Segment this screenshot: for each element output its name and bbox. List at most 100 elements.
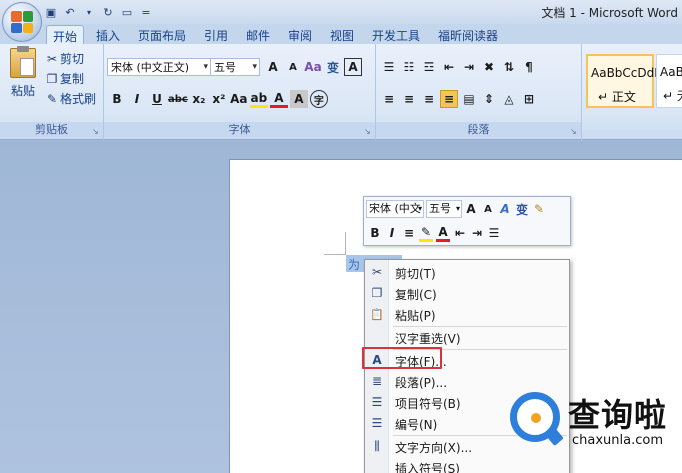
- align-center-icon[interactable]: ≡: [400, 90, 418, 108]
- style-normal-name: ↵ 正文: [598, 90, 636, 104]
- tab-mailings[interactable]: 邮件: [240, 25, 276, 44]
- grow-font-button[interactable]: A: [264, 58, 282, 76]
- enclose-char-button[interactable]: 字: [309, 90, 328, 108]
- menu-item-label: 插入符号(S): [395, 462, 460, 473]
- menu-item-paste[interactable]: 📋 粘贴(P): [365, 304, 571, 325]
- mini-bullets-button[interactable]: ☰: [487, 224, 501, 242]
- increase-indent-icon[interactable]: ⇥: [460, 58, 478, 76]
- font-size-value: 五号: [214, 61, 236, 74]
- mini-highlight-button[interactable]: ✎: [419, 224, 433, 242]
- style-no-spacing-name: ↵ 无: [663, 89, 682, 103]
- decrease-indent-icon[interactable]: ⇤: [440, 58, 458, 76]
- cut-label: 剪切: [60, 52, 85, 66]
- office-button[interactable]: [2, 2, 42, 42]
- mini-italic-button[interactable]: I: [385, 224, 399, 242]
- font-size-combo[interactable]: 五号 ▾: [210, 58, 260, 76]
- font-name-combo[interactable]: 宋体 (中文正文) ▾: [107, 58, 211, 76]
- mini-format-painter-icon[interactable]: ✎: [532, 200, 546, 218]
- menu-item-copy[interactable]: ❐ 复制(C): [365, 283, 571, 304]
- mini-font-color-button[interactable]: A: [436, 224, 450, 242]
- title-bar: ▣ ↶ ▾ ↻ ▭ = 文档 1 - Microsoft Word: [0, 0, 682, 24]
- clear-format-button[interactable]: Aa: [304, 58, 322, 76]
- chevron-down-icon: ▾: [417, 204, 422, 213]
- bold-button[interactable]: B: [108, 90, 126, 108]
- line-spacing-icon[interactable]: ⇕: [480, 90, 498, 108]
- margin-corner-mark: [324, 254, 346, 255]
- style-normal[interactable]: AaBbCcDdI ↵ 正文: [586, 54, 658, 108]
- dropdown-arrow-icon[interactable]: ▾: [82, 5, 96, 19]
- tab-view[interactable]: 视图: [324, 25, 360, 44]
- menu-item-cut[interactable]: ✂ 剪切(T): [365, 262, 571, 283]
- tab-developer[interactable]: 开发工具: [366, 25, 426, 44]
- underline-button[interactable]: U: [148, 90, 166, 108]
- mini-grow-font-button[interactable]: A: [464, 200, 478, 218]
- strikethrough-button[interactable]: abc: [168, 90, 188, 108]
- watermark: 查询啦 chaxunla.com: [508, 386, 682, 473]
- paste-icon: [10, 46, 36, 78]
- paragraph-group: ☰ ☷ ☲ ⇤ ⇥ ✖ ⇅ ¶ ≡ ≡ ≡ ≡ ▤ ⇕ ◬ ⊞ 段落 ↘: [376, 44, 582, 140]
- style-no-spacing-sample: AaBb: [660, 65, 682, 79]
- tab-home[interactable]: 开始: [46, 25, 85, 44]
- save-icon[interactable]: ▣: [44, 5, 58, 19]
- bullets-icon[interactable]: ☰: [380, 58, 398, 76]
- menu-item-label: 复制(C): [395, 288, 437, 302]
- tab-references[interactable]: 引用: [198, 25, 234, 44]
- mini-phonetic-button[interactable]: 变: [515, 200, 529, 218]
- style-no-spacing[interactable]: AaBb ↵ 无: [656, 54, 682, 108]
- show-marks-icon[interactable]: ¶: [520, 58, 538, 76]
- numbering-icon: ☰: [371, 416, 383, 430]
- mini-shrink-font-button[interactable]: A: [481, 200, 495, 218]
- print-preview-icon[interactable]: ▭: [120, 5, 134, 19]
- scissors-icon: ✂: [371, 265, 383, 279]
- dialog-launcher-icon[interactable]: ↘: [92, 128, 100, 136]
- mini-decrease-indent-button[interactable]: ⇤: [453, 224, 467, 242]
- dialog-launcher-icon[interactable]: ↘: [364, 128, 372, 136]
- borders-icon[interactable]: ⊞: [520, 90, 538, 108]
- char-border-button[interactable]: A: [344, 58, 362, 76]
- mini-bold-button[interactable]: B: [368, 224, 382, 242]
- distributed-icon[interactable]: ▤: [460, 90, 478, 108]
- mini-font-name-combo[interactable]: 宋体 (中文 ▾: [366, 200, 424, 218]
- change-case-button[interactable]: Aa: [230, 90, 248, 108]
- phonetic-guide-button[interactable]: 变: [324, 58, 342, 76]
- tab-review[interactable]: 审阅: [282, 25, 318, 44]
- redo-icon[interactable]: ↻: [101, 5, 115, 19]
- font-color-button[interactable]: A: [269, 90, 288, 108]
- paragraph-tools-row1: ☰ ☷ ☲ ⇤ ⇥ ✖ ⇅ ¶: [380, 57, 538, 77]
- format-painter-label: 格式刷: [60, 92, 97, 106]
- justify-icon[interactable]: ≡: [440, 90, 458, 108]
- dialog-launcher-icon[interactable]: ↘: [570, 128, 578, 136]
- highlight-button[interactable]: ab: [249, 90, 268, 108]
- cut-button[interactable]: ✂ 剪切: [44, 50, 84, 67]
- copy-button[interactable]: ❐ 复制: [44, 70, 84, 87]
- sort-icon[interactable]: ⇅: [500, 58, 518, 76]
- mini-center-button[interactable]: ≡: [402, 224, 416, 242]
- paragraph-icon: ≣: [371, 374, 383, 388]
- multilevel-list-icon[interactable]: ☲: [420, 58, 438, 76]
- superscript-button[interactable]: x²: [210, 90, 228, 108]
- copy-label: 复制: [60, 72, 85, 86]
- quick-access-more[interactable]: =: [139, 5, 153, 19]
- numbering-icon[interactable]: ☷: [400, 58, 418, 76]
- paste-label: 粘贴: [10, 84, 35, 98]
- paste-button[interactable]: 粘贴: [6, 46, 40, 99]
- char-shading-button[interactable]: A: [289, 90, 308, 108]
- mini-increase-indent-button[interactable]: ⇥: [470, 224, 484, 242]
- mini-font-size-combo[interactable]: 五号 ▾: [426, 200, 462, 218]
- shading-icon[interactable]: ◬: [500, 90, 518, 108]
- subscript-button[interactable]: x₂: [190, 90, 208, 108]
- mini-text-effect-button[interactable]: A: [498, 200, 512, 218]
- tab-foxit-reader[interactable]: 福昕阅读器: [432, 25, 504, 44]
- mini-toolbar-row2: B I ≡ ✎ A ⇤ ⇥ ☰: [368, 223, 501, 243]
- align-right-icon[interactable]: ≡: [420, 90, 438, 108]
- undo-icon[interactable]: ↶: [63, 5, 77, 19]
- menu-item-reconvert[interactable]: 汉字重选(V): [365, 327, 571, 348]
- tab-page-layout[interactable]: 页面布局: [132, 25, 192, 44]
- format-painter-button[interactable]: ✎ 格式刷: [44, 90, 96, 107]
- shrink-font-button[interactable]: A: [284, 58, 302, 76]
- align-left-icon[interactable]: ≡: [380, 90, 398, 108]
- tab-insert[interactable]: 插入: [90, 25, 126, 44]
- chinese-layout-icon[interactable]: ✖: [480, 58, 498, 76]
- format-painter-icon: ✎: [46, 91, 58, 106]
- italic-button[interactable]: I: [128, 90, 146, 108]
